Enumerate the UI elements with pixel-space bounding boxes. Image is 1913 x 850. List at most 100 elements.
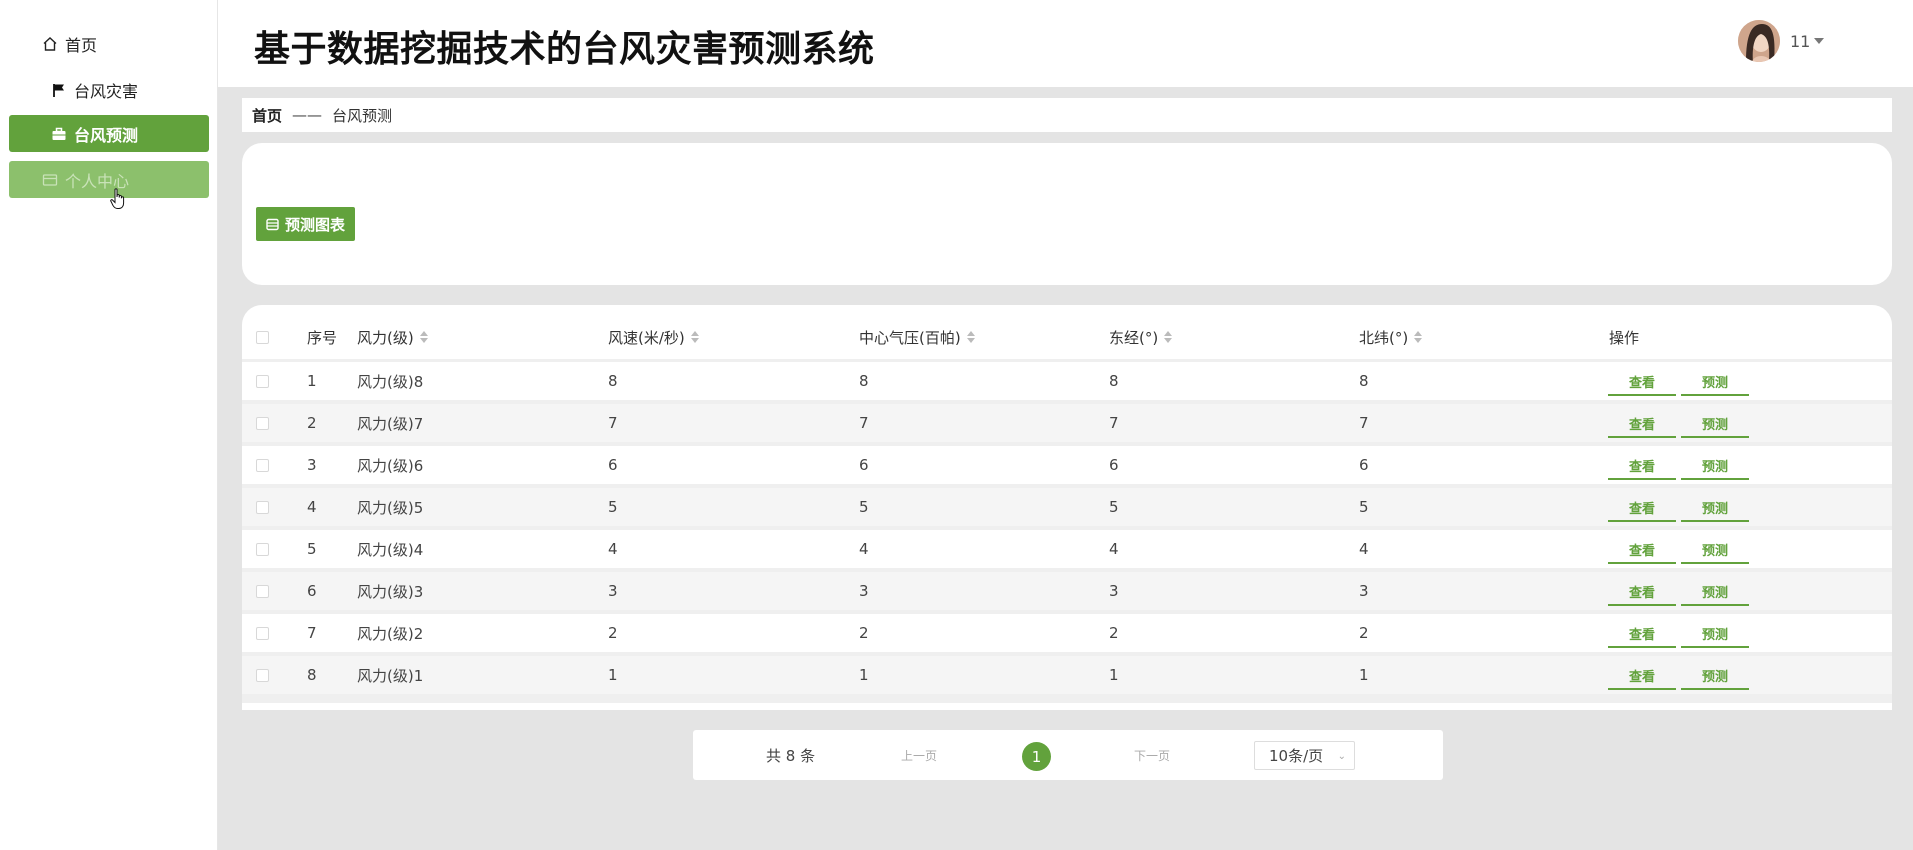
column-header-wind-speed[interactable]: 风速(米/秒): [608, 315, 699, 359]
cell-index: 3: [307, 456, 317, 474]
breadcrumb-home[interactable]: 首页: [252, 105, 282, 126]
table-row: 7 风力(级)2 2 2 2 2 查看 预测: [242, 614, 1892, 652]
row-checkbox[interactable]: [256, 614, 269, 652]
column-header-actions: 操作: [1609, 328, 1640, 347]
view-button[interactable]: 查看: [1608, 579, 1676, 606]
cell-wind-speed: 5: [608, 498, 618, 516]
sidebar-item-label: 台风预测: [74, 125, 139, 145]
column-header-longitude[interactable]: 东经(°): [1109, 315, 1173, 359]
column-header-wind-level[interactable]: 风力(级): [357, 315, 428, 359]
cell-pressure: 5: [859, 498, 869, 516]
view-button[interactable]: 查看: [1608, 663, 1676, 690]
row-checkbox[interactable]: [256, 404, 269, 442]
cell-wind-speed: 7: [608, 414, 618, 432]
prediction-chart-button[interactable]: 预测图表: [256, 207, 356, 241]
cell-latitude: 3: [1359, 582, 1369, 600]
row-checkbox[interactable]: [256, 572, 269, 610]
pagination-total: 共 8 条: [766, 747, 816, 765]
cell-latitude: 2: [1359, 624, 1369, 642]
briefcase-icon: [50, 125, 68, 143]
chart-icon: [266, 218, 279, 231]
cell-longitude: 7: [1109, 414, 1119, 432]
cell-longitude: 2: [1109, 624, 1119, 642]
view-button[interactable]: 查看: [1608, 411, 1676, 438]
row-checkbox[interactable]: [256, 362, 269, 400]
cell-index: 5: [307, 540, 317, 558]
table-footer-strip: [242, 703, 1892, 710]
breadcrumb-separator: ——: [292, 106, 323, 124]
page-number-current[interactable]: 1: [1022, 742, 1051, 771]
page-size-select[interactable]: 10条/页 ⌄: [1254, 741, 1355, 770]
cell-wind-speed: 8: [608, 372, 618, 390]
column-header-index: 序号: [307, 328, 338, 347]
table-header: 序号 风力(级) 风速(米/秒) 中心气压(百帕) 东经(°) 北纬(°) 操作: [242, 305, 1892, 359]
cell-pressure: 4: [859, 540, 869, 558]
cell-pressure: 1: [859, 666, 869, 684]
sidebar-item-personal-center[interactable]: 个人中心: [9, 161, 209, 198]
row-checkbox[interactable]: [256, 488, 269, 526]
column-header-latitude[interactable]: 北纬(°): [1359, 315, 1423, 359]
view-button[interactable]: 查看: [1608, 453, 1676, 480]
row-checkbox[interactable]: [256, 656, 269, 694]
table-row: 8 风力(级)1 1 1 1 1 查看 预测: [242, 656, 1892, 694]
predict-button[interactable]: 预测: [1681, 621, 1749, 648]
next-page-button[interactable]: 下一页: [1134, 747, 1170, 764]
avatar[interactable]: [1738, 20, 1780, 62]
flag-icon: [50, 81, 68, 99]
predict-button[interactable]: 预测: [1681, 411, 1749, 438]
username[interactable]: 11: [1790, 32, 1810, 51]
predict-button[interactable]: 预测: [1681, 369, 1749, 396]
cell-index: 2: [307, 414, 317, 432]
cell-index: 6: [307, 582, 317, 600]
row-checkbox[interactable]: [256, 446, 269, 484]
sidebar: 首页 台风灾害 台风预测 个人中心: [0, 0, 218, 850]
row-checkbox[interactable]: [256, 530, 269, 568]
card-icon: [41, 171, 59, 189]
home-icon: [41, 35, 59, 53]
select-all-checkbox[interactable]: [256, 315, 269, 359]
column-header-pressure[interactable]: 中心气压(百帕): [859, 315, 975, 359]
cell-wind-speed: 1: [608, 666, 618, 684]
table-row: 3 风力(级)6 6 6 6 6 查看 预测: [242, 446, 1892, 484]
cell-wind-level: 风力(级)5: [357, 498, 424, 517]
sidebar-item-typhoon-prediction[interactable]: 台风预测: [9, 115, 209, 152]
cell-pressure: 7: [859, 414, 869, 432]
prev-page-button[interactable]: 上一页: [901, 747, 937, 764]
view-button[interactable]: 查看: [1608, 537, 1676, 564]
view-button[interactable]: 查看: [1608, 369, 1676, 396]
cell-wind-speed: 3: [608, 582, 618, 600]
cell-pressure: 8: [859, 372, 869, 390]
cell-wind-level: 风力(级)1: [357, 666, 424, 685]
cell-longitude: 1: [1109, 666, 1119, 684]
caret-down-icon[interactable]: [1814, 38, 1824, 44]
sidebar-item-home[interactable]: 首页: [9, 25, 209, 62]
breadcrumb-current: 台风预测: [332, 106, 393, 125]
table-row: 6 风力(级)3 3 3 3 3 查看 预测: [242, 572, 1892, 610]
hand-cursor-icon: [110, 188, 126, 214]
cell-wind-speed: 4: [608, 540, 618, 558]
predict-button[interactable]: 预测: [1681, 453, 1749, 480]
cell-wind-level: 风力(级)2: [357, 624, 424, 643]
table-row: 5 风力(级)4 4 4 4 4 查看 预测: [242, 530, 1892, 568]
sort-icon: [1414, 331, 1423, 343]
view-button[interactable]: 查看: [1608, 621, 1676, 648]
predict-button[interactable]: 预测: [1681, 537, 1749, 564]
table-row: 2 风力(级)7 7 7 7 7 查看 预测: [242, 404, 1892, 442]
top-header: 基于数据挖掘技术的台风灾害预测系统 11: [218, 0, 1913, 87]
cell-wind-level: 风力(级)4: [357, 540, 424, 559]
predict-button[interactable]: 预测: [1681, 579, 1749, 606]
cell-wind-level: 风力(级)7: [357, 414, 424, 433]
table-row: 1 风力(级)8 8 8 8 8 查看 预测: [242, 362, 1892, 400]
cell-wind-speed: 6: [608, 456, 618, 474]
cell-latitude: 4: [1359, 540, 1369, 558]
cell-longitude: 3: [1109, 582, 1119, 600]
sort-icon: [419, 331, 428, 343]
cell-wind-speed: 2: [608, 624, 618, 642]
cell-pressure: 2: [859, 624, 869, 642]
view-button[interactable]: 查看: [1608, 495, 1676, 522]
sidebar-item-typhoon-disaster[interactable]: 台风灾害: [9, 71, 209, 108]
cell-wind-level: 风力(级)3: [357, 582, 424, 601]
predict-button[interactable]: 预测: [1681, 495, 1749, 522]
predict-button[interactable]: 预测: [1681, 663, 1749, 690]
cell-index: 1: [307, 372, 317, 390]
